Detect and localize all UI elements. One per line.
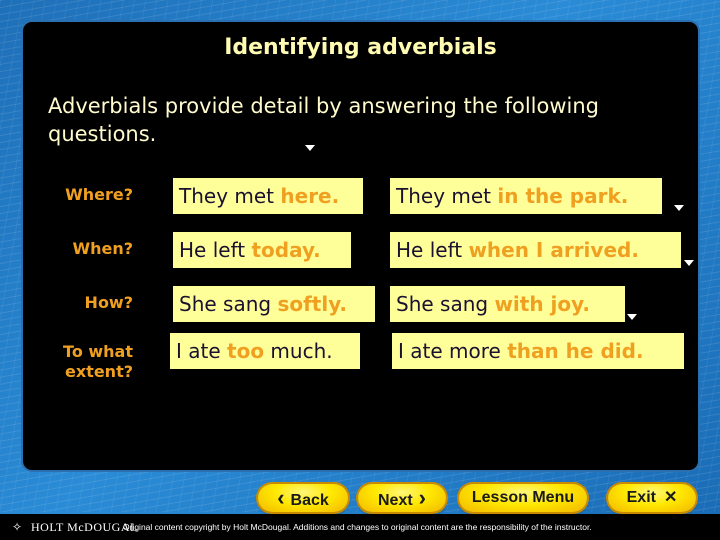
question-when: When? (72, 239, 133, 258)
example-text: He left (396, 238, 469, 262)
lesson-menu-label: Lesson Menu (471, 489, 575, 506)
back-button[interactable]: ‹ Back (258, 484, 348, 512)
example-text: She sang (396, 292, 495, 316)
back-label: Back (290, 492, 329, 509)
close-icon: ✕ (663, 489, 678, 506)
slide-title: Identifying adverbials (224, 35, 497, 60)
chevron-right-icon: › (418, 485, 426, 510)
example-box: He left when I arrived. (390, 232, 681, 268)
animation-trigger-icon[interactable] (684, 260, 694, 266)
question-line: To what (63, 342, 133, 361)
example-box: He left today. (173, 232, 351, 268)
adverbial-text: when I arrived. (468, 238, 639, 262)
adverbial-text: in the park. (497, 184, 629, 208)
adverbial-text: than he did. (507, 339, 644, 363)
example-text: much. (264, 339, 333, 363)
question-line: extent? (65, 362, 133, 381)
adverbial-text: with joy. (494, 292, 590, 316)
adverbial-text: too (227, 339, 265, 363)
example-box: I ate too much. (170, 333, 360, 369)
example-text: I ate more (398, 339, 508, 363)
slide-panel: Identifying adverbials Adverbials provid… (23, 22, 698, 470)
example-box: She sang with joy. (390, 286, 625, 322)
question-where: Where? (65, 185, 133, 204)
copyright-notice: Original content copyright by Holt McDou… (123, 522, 592, 532)
adverbial-text: today. (251, 238, 321, 262)
adverbial-text: softly. (277, 292, 347, 316)
example-text: I ate (176, 339, 228, 363)
question-how: How? (84, 293, 133, 312)
example-text: They met (179, 184, 281, 208)
animation-trigger-icon[interactable] (305, 145, 315, 151)
question-extent: To what extent? (33, 342, 133, 382)
intro-text: Adverbials provide detail by answering t… (48, 94, 600, 146)
animation-trigger-icon[interactable] (674, 205, 684, 211)
exit-label: Exit (626, 489, 656, 506)
chevron-left-icon: ‹ (277, 485, 285, 510)
example-box: They met in the park. (390, 178, 662, 214)
adverbial-text: here. (280, 184, 340, 208)
example-text: He left (179, 238, 252, 262)
animation-trigger-icon[interactable] (627, 314, 637, 320)
example-box: I ate more than he did. (392, 333, 684, 369)
example-box: She sang softly. (173, 286, 375, 322)
publisher-brand: HOLT McDOUGAL (31, 520, 138, 534)
publisher-logo-icon: ✧ (12, 520, 23, 534)
example-text: She sang (179, 292, 278, 316)
exit-button[interactable]: Exit ✕ (608, 484, 696, 512)
example-box: They met here. (173, 178, 363, 214)
example-text: They met (396, 184, 498, 208)
footer-bar: ✧ HOLT McDOUGAL Original content copyrig… (0, 514, 720, 540)
next-label: Next (377, 492, 413, 509)
lesson-menu-button[interactable]: Lesson Menu (459, 484, 587, 512)
next-button[interactable]: Next › (358, 484, 446, 512)
